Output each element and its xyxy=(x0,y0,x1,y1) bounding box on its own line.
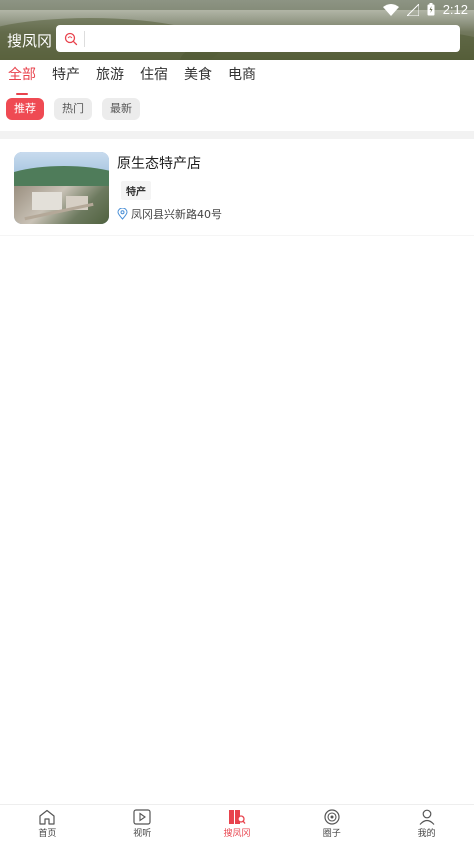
nav-label: 我的 xyxy=(417,829,436,839)
nav-label: 视听 xyxy=(133,829,152,839)
store-title: 原生态特产店 xyxy=(117,156,201,172)
tab-lodging[interactable]: 住宿 xyxy=(140,62,168,90)
status-bar: 2:12 xyxy=(0,0,474,20)
battery-icon xyxy=(427,3,435,16)
tab-specialty[interactable]: 特产 xyxy=(52,62,80,90)
filter-chips: 推荐 热门 最新 xyxy=(6,98,140,120)
nav-label: 圈子 xyxy=(322,829,341,839)
nav-mine[interactable]: 我的 xyxy=(379,805,474,844)
category-tag: 特产 xyxy=(121,181,151,200)
chip-recommended[interactable]: 推荐 xyxy=(6,98,44,120)
list-item[interactable]: 原生态特产店 特产 凤冈县兴新路40号 xyxy=(0,142,474,236)
nav-search-fenggang[interactable]: 搜凤冈 xyxy=(190,805,285,844)
status-time: 2:12 xyxy=(442,2,468,17)
address-text: 凤冈县兴新路40号 xyxy=(131,208,222,221)
book-search-icon xyxy=(228,810,246,824)
nav-home[interactable]: 首页 xyxy=(0,805,95,844)
search-box[interactable] xyxy=(56,25,460,52)
search-input[interactable] xyxy=(85,26,445,51)
header-banner: 2:12 搜凤冈 xyxy=(0,0,474,60)
store-thumbnail xyxy=(14,152,109,224)
tab-ecommerce[interactable]: 电商 xyxy=(228,62,256,90)
section-divider xyxy=(0,131,474,139)
tab-travel[interactable]: 旅游 xyxy=(96,62,124,90)
tab-all[interactable]: 全部 xyxy=(8,62,36,90)
nav-circle[interactable]: 圈子 xyxy=(284,805,379,844)
wifi-icon xyxy=(382,3,399,16)
location-pin-icon xyxy=(117,208,128,220)
chip-hot[interactable]: 热门 xyxy=(54,98,92,120)
signal-icon xyxy=(406,3,419,16)
search-icon xyxy=(64,32,78,45)
circle-icon xyxy=(324,809,340,825)
brand-title: 搜凤冈 xyxy=(7,32,53,50)
store-info: 原生态特产店 特产 凤冈县兴新路40号 xyxy=(117,152,460,225)
chip-latest[interactable]: 最新 xyxy=(102,98,140,120)
home-icon xyxy=(39,809,55,825)
store-address: 凤冈县兴新路40号 xyxy=(117,206,460,222)
user-icon xyxy=(419,809,435,825)
tab-food[interactable]: 美食 xyxy=(184,62,212,90)
nav-label: 首页 xyxy=(38,829,57,839)
status-icons: 2:12 xyxy=(382,2,468,17)
play-icon xyxy=(133,809,151,825)
nav-video[interactable]: 视听 xyxy=(95,805,190,844)
bottom-nav: 首页 视听 搜凤冈 圈子 我的 xyxy=(0,804,474,844)
nav-label: 搜凤冈 xyxy=(223,829,251,839)
category-tabs: 全部 特产 旅游 住宿 美食 电商 xyxy=(0,62,264,90)
